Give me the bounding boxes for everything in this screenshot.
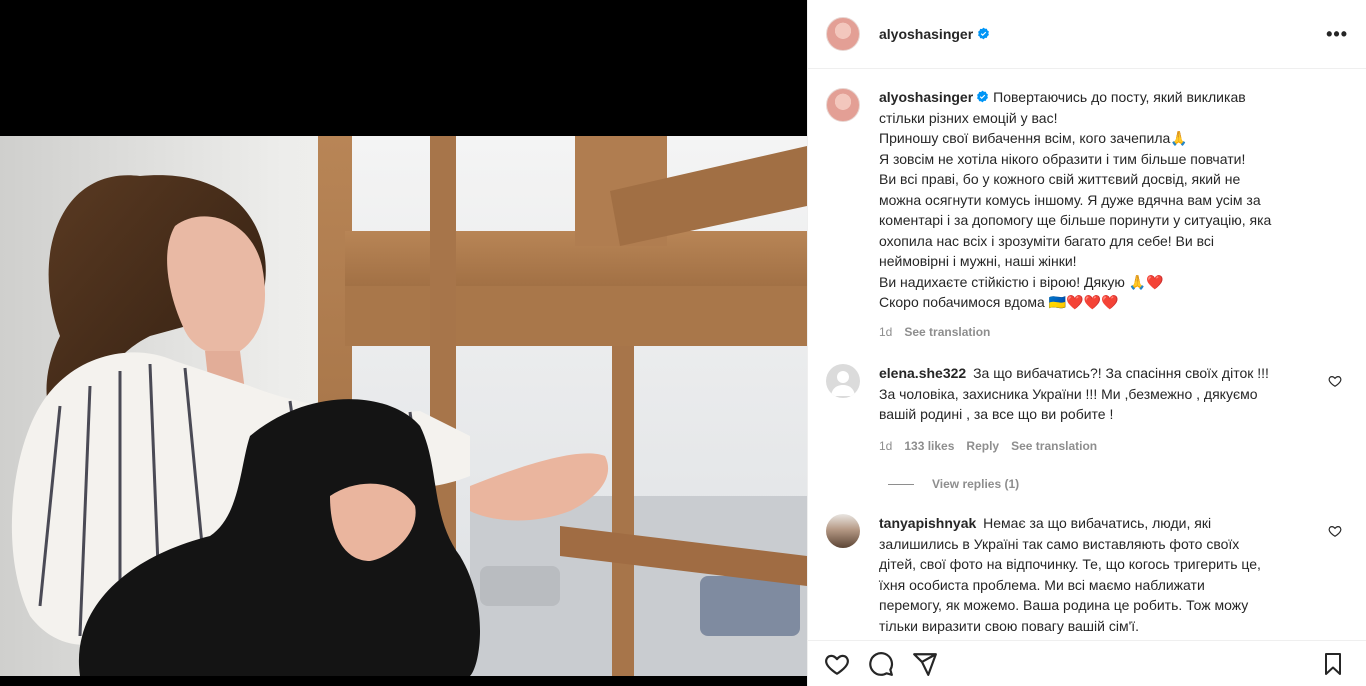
commenter-avatar[interactable] [826, 514, 860, 548]
caption-line: Ви всі праві, бо у кожного свій життєвий… [879, 171, 1241, 187]
caption-line: Ви надихаєте стійкістю і вірою! Дякую 🙏❤… [879, 273, 1164, 290]
caption-line: можна осягнути комусь іншому. Я дуже вдя… [879, 191, 1261, 208]
default-avatar-icon [831, 371, 855, 396]
caption-line: охопила нас всіх і зрозуміти багато для … [879, 232, 1214, 249]
post-media[interactable] [0, 0, 807, 686]
comment-item: elena.she322 За що вибачатись?! За спасі… [826, 364, 1348, 456]
comment-line: перемогу, як можемо. Ваша родина це роби… [879, 597, 1249, 613]
comment-line: їхня особиста проблема. Ми всі маємо наб… [879, 576, 1205, 593]
comment-time[interactable]: 1d [879, 436, 892, 457]
comment-line: Немає за що вибачатись, люди, які [983, 515, 1212, 531]
comments-list: alyoshasinger Повертаючись до посту, який… [808, 70, 1366, 640]
comment-line: вашій родині , за все що ви робите ! [879, 406, 1114, 422]
caption-meta: 1d See translation [879, 322, 1348, 343]
view-replies-label[interactable]: View replies (1) [932, 477, 1019, 491]
caption-verified-badge-icon [977, 90, 989, 103]
comment-username[interactable]: elena.she322 [879, 365, 966, 381]
comment-line: тільки виразити свою повагу вашій сім'ї. [879, 617, 1140, 634]
heart-icon[interactable] [824, 651, 850, 677]
caption-author-avatar[interactable] [826, 88, 860, 122]
author-username[interactable]: alyoshasinger [879, 26, 990, 42]
comment-icon[interactable] [868, 651, 894, 677]
comment-line: дітей, свої фото на відпочинку. Те, що к… [879, 556, 1261, 572]
author-username-text[interactable]: alyoshasinger [879, 26, 973, 42]
comment-like-icon[interactable] [1328, 374, 1342, 388]
comment-username[interactable]: tanyapishnyak [879, 515, 976, 531]
post-modal: alyoshasinger ••• alyoshasinger Повертаюч… [0, 0, 1366, 686]
post-header: alyoshasinger ••• [808, 0, 1366, 69]
comment-see-translation-button[interactable]: See translation [1011, 436, 1097, 457]
post-photo[interactable] [0, 136, 807, 676]
view-replies-button[interactable]: View replies (1) [888, 477, 1348, 491]
caption-line: Я зовсім не хотіла нікого образити і тим… [879, 150, 1246, 167]
caption-line: коментарі і за допомогу ще більше порину… [879, 212, 1272, 228]
comment-line: За чоловіка, захисника України !!! Ми ,б… [879, 385, 1258, 402]
verified-badge-icon [978, 27, 990, 40]
caption-username[interactable]: alyoshasinger [879, 89, 973, 105]
commenter-avatar[interactable] [826, 364, 860, 398]
caption-time[interactable]: 1d [879, 322, 892, 343]
post-sidebar: alyoshasinger ••• alyoshasinger Повертаюч… [807, 0, 1366, 686]
comment-likes[interactable]: 133 likes [904, 436, 954, 457]
caption-line: стільки різних емоцій у вас! [879, 109, 1058, 126]
comment-item: tanyapishnyak Немає за що вибачатись, лю… [826, 514, 1348, 636]
caption-line: Повертаючись до посту, який викликав [993, 89, 1246, 105]
comment-line: За що вибачатись?! За спасіння своїх діт… [973, 365, 1269, 381]
comment-meta: 1d 133 likes Reply See translation [879, 436, 1348, 457]
caption-line: Скоро побачимося вдома 🇺🇦❤️❤️❤️ [879, 294, 1119, 310]
comment-reply-button[interactable]: Reply [966, 436, 999, 457]
more-options-icon[interactable]: ••• [1326, 24, 1348, 45]
view-replies-line [888, 483, 914, 485]
comment-like-icon[interactable] [1328, 524, 1342, 538]
bookmark-icon[interactable] [1320, 651, 1346, 677]
caption-line: Приношу свої вибачення всім, кого зачепи… [879, 130, 1188, 146]
author-avatar[interactable] [826, 17, 860, 51]
caption: alyoshasinger Повертаючись до посту, який… [826, 88, 1348, 342]
post-actions [808, 640, 1366, 686]
share-icon[interactable] [912, 651, 938, 677]
comment-line: залишились в Україні так само виставляют… [879, 535, 1240, 552]
caption-line: неймовірні і мужні, наші жінки! [879, 253, 1077, 269]
caption-see-translation-button[interactable]: See translation [904, 322, 990, 343]
